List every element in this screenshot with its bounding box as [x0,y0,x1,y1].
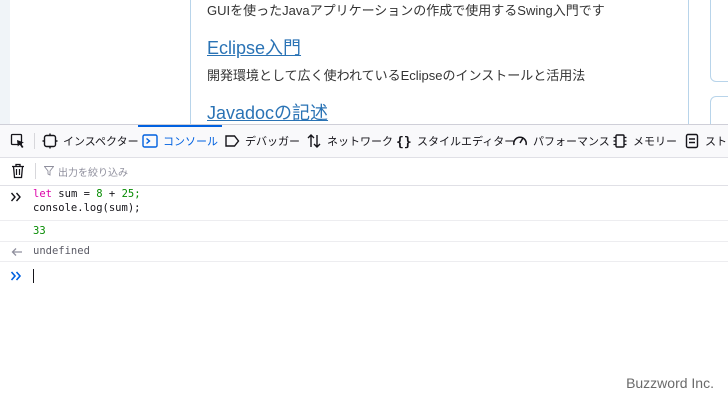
tab-performance[interactable]: パフォーマンス [512,125,610,157]
article-border-left [190,0,191,124]
log-output-value: 33 [33,225,46,237]
console-log-entry: 33 [0,221,728,242]
article-border-right [688,0,689,124]
pick-element-button[interactable] [10,125,31,157]
eclipse-link[interactable]: Eclipse入門 [207,34,301,60]
trash-icon[interactable] [10,163,26,179]
tab-label: スタイルエディター [417,135,516,148]
pick-element-icon [10,133,24,148]
swing-description: GUIを使ったJavaアプリケーションの作成で使用するSwing入門です [207,3,605,18]
text-cursor [33,269,34,283]
sidebar-card [710,0,728,82]
tab-console[interactable]: コンソール [138,125,222,157]
tab-label: コンソール [163,135,218,148]
filter-input[interactable]: 出力を絞り込み [58,164,128,179]
filter-icon [44,166,54,176]
style-editor-icon: {} [396,135,412,149]
console-icon [142,134,158,148]
console-result-entry: undefined [0,242,728,262]
tab-label: デバッガー [245,135,300,148]
tab-storage[interactable]: スト [684,125,727,157]
tab-network[interactable]: ネットワーク [306,125,393,157]
debugger-icon [225,135,240,147]
result-arrow-icon [11,248,22,256]
performance-icon [513,136,527,146]
devtools-toolbar: インスペクター コンソール デバッガー ネットワーク {} スタイルエディター … [0,125,728,158]
tab-label: インスペクター [63,135,139,148]
tab-label: メモリー [633,135,677,148]
eclipse-description: 開発環境として広く使われているEclipseのインストールと活用法 [207,68,586,83]
console-prompt[interactable] [0,261,728,289]
prompt-chevron-icon [10,271,22,281]
web-page-content: GUIを使ったJavaアプリケーションの作成で使用するSwing入門です Ecl… [0,0,728,124]
tab-inspector[interactable]: インスペクター [42,125,139,157]
svg-text:{}: {} [396,135,412,149]
code-line-1: let sum = 8 + 25; [33,188,141,200]
tab-debugger[interactable]: デバッガー [224,125,300,157]
tab-label: スト [705,135,727,148]
result-value: undefined [33,245,90,257]
toolbar-separator [34,133,35,149]
input-chevron-icon [10,192,21,202]
tab-style-editor[interactable]: {} スタイルエディター [396,125,515,157]
sidebar-card [710,96,728,124]
javadoc-link[interactable]: Javadocの記述 [207,99,328,124]
devtools-panel: インスペクター コンソール デバッガー ネットワーク {} スタイルエディター … [0,124,728,401]
page-left-gutter [0,0,10,124]
tab-label: パフォーマンス [533,135,610,148]
console-input-entry: let sum = 8 + 25; console.log(sum); [0,186,728,221]
storage-icon [685,133,699,149]
network-icon [307,134,321,148]
filter-separator [35,163,36,179]
console-filter-bar: 出力を絞り込み [0,158,728,186]
tab-memory[interactable]: メモリー [612,125,677,157]
memory-icon [613,134,627,148]
tab-label: ネットワーク [327,135,393,148]
inspector-icon [42,133,58,149]
watermark: Buzzword Inc. [626,375,714,391]
code-line-2: console.log(sum); [33,202,141,214]
